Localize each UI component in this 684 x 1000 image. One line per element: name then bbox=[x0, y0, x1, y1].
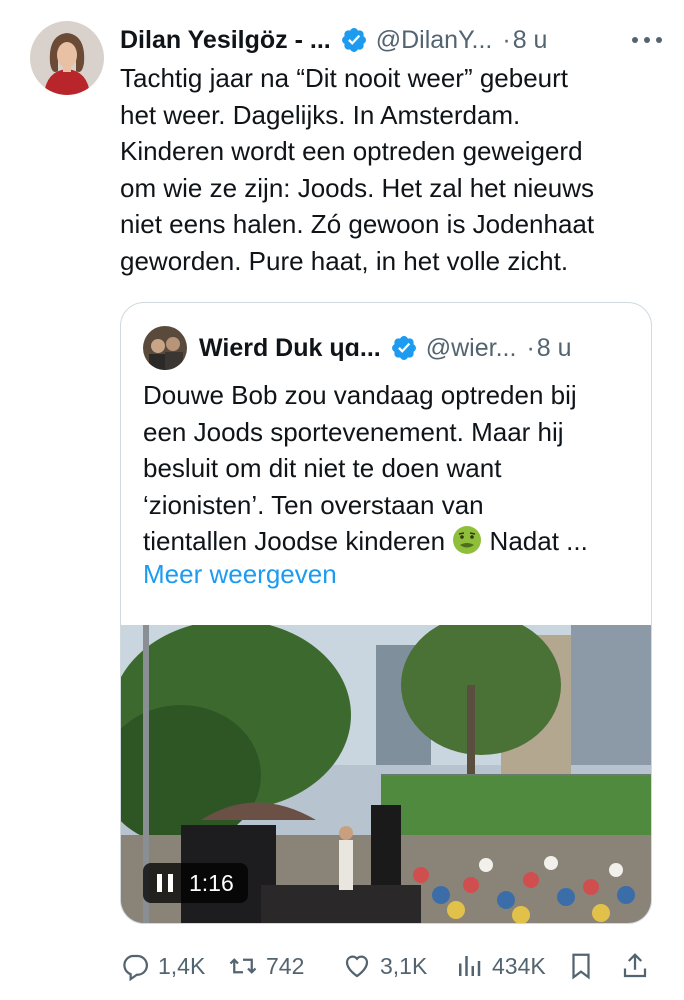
video-time: 1:16 bbox=[189, 869, 234, 896]
quote-time[interactable]: 8 u bbox=[537, 334, 572, 363]
reply-count: 1,4K bbox=[158, 952, 206, 979]
quote-author-avatar[interactable] bbox=[143, 326, 187, 370]
quote-verified-badge-icon[interactable] bbox=[390, 334, 418, 362]
author-handle[interactable]: @DilanY... bbox=[376, 26, 493, 55]
repost-icon bbox=[229, 958, 257, 974]
tweet-text: Tachtig jaar na “Dit nooit weer” gebeurt… bbox=[120, 63, 595, 276]
like-count: 3,1K bbox=[380, 952, 428, 979]
video-timer[interactable]: 1:16 bbox=[143, 863, 248, 903]
tweet-time[interactable]: 8 u bbox=[513, 26, 548, 55]
quoted-tweet[interactable]: Wierd Duk ɥɑ... @wier... · 8 u Douwe Bob… bbox=[120, 302, 652, 924]
quote-author-name[interactable]: Wierd Duk ɥɑ... bbox=[199, 334, 381, 363]
show-more-link[interactable]: Meer weergeven bbox=[143, 559, 337, 590]
repost-count: 742 bbox=[266, 952, 305, 979]
quote-text: Douwe Bob zou vandaag optreden bij een J… bbox=[143, 377, 633, 560]
bookmark-button[interactable] bbox=[566, 946, 604, 986]
views-button[interactable]: 434K bbox=[454, 946, 546, 986]
reply-button[interactable]: 1,4K bbox=[120, 946, 205, 986]
views-count: 434K bbox=[492, 952, 546, 979]
nauseated-face-icon bbox=[452, 525, 482, 555]
more-options-icon[interactable] bbox=[632, 22, 662, 58]
author-avatar[interactable] bbox=[30, 21, 104, 95]
views-icon bbox=[459, 956, 481, 976]
separator-dot: · bbox=[502, 25, 511, 54]
quote-text-tail: Nadat ... bbox=[482, 526, 588, 556]
quote-header: Wierd Duk ɥɑ... @wier... · 8 u bbox=[143, 325, 633, 371]
like-button[interactable]: 3,1K bbox=[342, 946, 427, 986]
tweet-header: Dilan Yesilgöz - ... @DilanY... · 8 u bbox=[120, 22, 660, 58]
quote-author-handle[interactable]: @wier... bbox=[426, 334, 517, 363]
repost-button[interactable]: 742 bbox=[228, 946, 304, 986]
video-player[interactable]: 1:16 bbox=[121, 625, 651, 923]
quote-author-name-suffix: ɥɑ... bbox=[329, 333, 381, 362]
heart-icon bbox=[345, 955, 369, 978]
bookmark-icon bbox=[572, 953, 590, 980]
action-bar: 1,4K 742 3,1K 434K bbox=[120, 946, 656, 986]
pause-icon[interactable] bbox=[157, 874, 173, 892]
quote-separator-dot: · bbox=[526, 333, 535, 362]
reply-icon bbox=[123, 954, 148, 981]
share-icon bbox=[623, 953, 647, 978]
author-name[interactable]: Dilan Yesilgöz - ... bbox=[120, 26, 331, 55]
share-button[interactable] bbox=[620, 946, 658, 986]
verified-badge-icon[interactable] bbox=[340, 26, 368, 54]
